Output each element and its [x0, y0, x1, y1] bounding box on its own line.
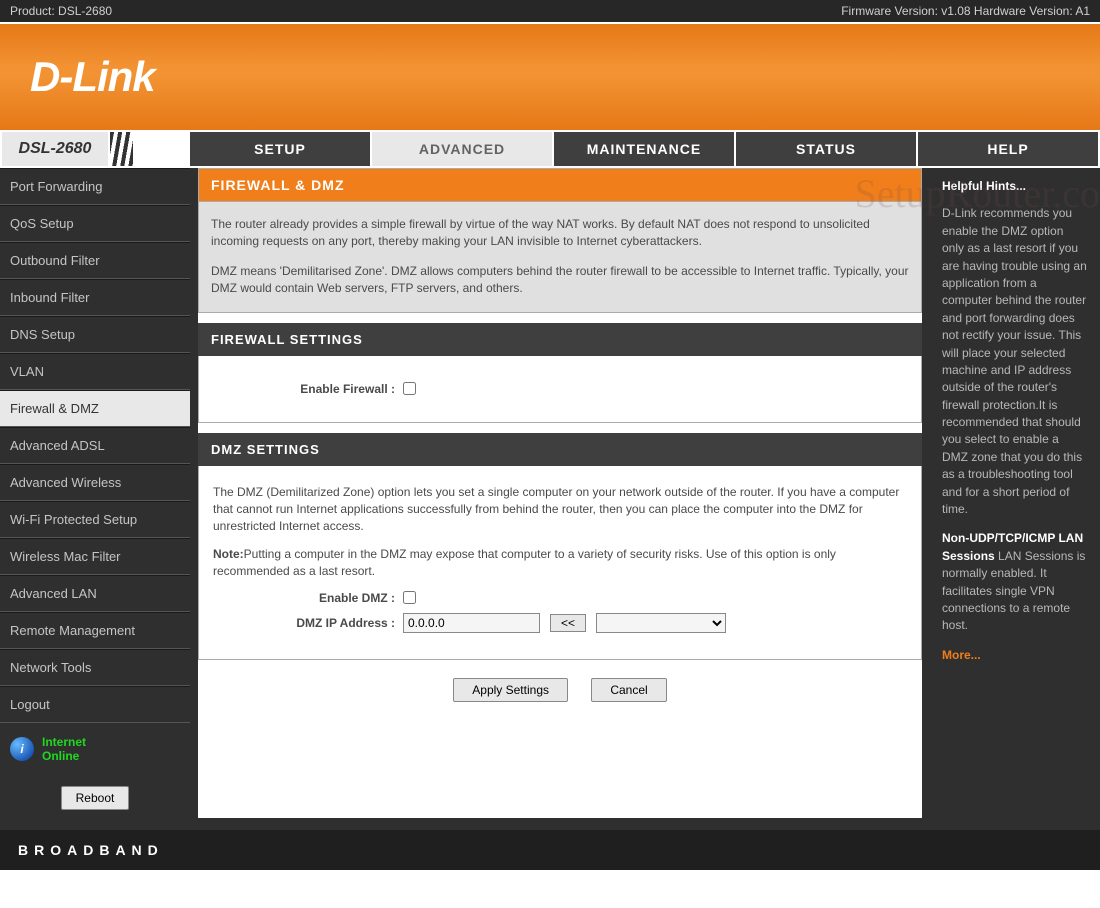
nav-tab-setup[interactable]: SETUP [190, 132, 372, 166]
hints-panel: Helpful Hints... D-Link recommends you e… [930, 168, 1100, 830]
banner: D-Link [0, 22, 1100, 132]
sidebar-item-advanced-lan[interactable]: Advanced LAN [0, 575, 190, 612]
apply-button[interactable]: Apply Settings [453, 678, 568, 702]
nav-tab-status[interactable]: STATUS [736, 132, 918, 166]
cancel-button[interactable]: Cancel [591, 678, 666, 702]
sidebar-item-firewall-dmz[interactable]: Firewall & DMZ [0, 390, 190, 427]
page-title: FIREWALL & DMZ [198, 168, 922, 201]
enable-firewall-label: Enable Firewall : [213, 382, 403, 396]
enable-dmz-checkbox[interactable] [403, 591, 416, 604]
dmz-host-select[interactable] [596, 613, 726, 633]
sidebar-item-remote-management[interactable]: Remote Management [0, 612, 190, 649]
firewall-section-title: FIREWALL SETTINGS [198, 323, 922, 356]
sidebar-item-wi-fi-protected-setup[interactable]: Wi-Fi Protected Setup [0, 501, 190, 538]
sidebar-item-advanced-adsl[interactable]: Advanced ADSL [0, 427, 190, 464]
status-line1: Internet [42, 735, 86, 749]
nav-decoration [110, 132, 135, 166]
dmz-section-title: DMZ SETTINGS [198, 433, 922, 466]
status-line2: Online [42, 749, 86, 763]
nav-model: DSL-2680 [0, 132, 110, 166]
intro-box: The router already provides a simple fir… [198, 201, 922, 313]
intro-p2: DMZ means 'Demilitarised Zone'. DMZ allo… [211, 263, 909, 298]
sidebar-item-logout[interactable]: Logout [0, 686, 190, 723]
main-content: FIREWALL & DMZ The router already provid… [190, 168, 930, 830]
dmz-p1: The DMZ (Demilitarized Zone) option lets… [213, 484, 907, 536]
brand-logo: D-Link [30, 53, 155, 101]
enable-dmz-label: Enable DMZ : [213, 591, 403, 605]
hints-p2: Non-UDP/TCP/ICMP LAN Sessions LAN Sessio… [942, 530, 1088, 634]
sidebar-item-vlan[interactable]: VLAN [0, 353, 190, 390]
dmz-ip-input[interactable] [403, 613, 540, 633]
footer: BROADBAND [0, 830, 1100, 870]
reboot-button[interactable]: Reboot [61, 786, 130, 810]
sidebar-item-qos-setup[interactable]: QoS Setup [0, 205, 190, 242]
nav-tab-advanced[interactable]: ADVANCED [372, 132, 554, 166]
copy-ip-button[interactable]: << [550, 614, 586, 632]
hints-title: Helpful Hints... [942, 178, 1088, 195]
sidebar: Port ForwardingQoS SetupOutbound FilterI… [0, 168, 190, 830]
intro-p1: The router already provides a simple fir… [211, 216, 909, 251]
firewall-section-body: Enable Firewall : [198, 356, 922, 423]
dmz-section-body: The DMZ (Demilitarized Zone) option lets… [198, 466, 922, 660]
product-label: Product: DSL-2680 [10, 4, 112, 18]
dmz-note: Note:Putting a computer in the DMZ may e… [213, 546, 907, 581]
connection-status: i Internet Online [0, 723, 190, 776]
globe-icon: i [10, 737, 34, 761]
sidebar-item-network-tools[interactable]: Network Tools [0, 649, 190, 686]
nav-tab-help[interactable]: HELP [918, 132, 1100, 166]
firmware-label: Firmware Version: v1.08 Hardware Version… [841, 4, 1090, 18]
action-row: Apply Settings Cancel [198, 660, 922, 714]
sidebar-item-inbound-filter[interactable]: Inbound Filter [0, 279, 190, 316]
sidebar-item-outbound-filter[interactable]: Outbound Filter [0, 242, 190, 279]
top-bar: Product: DSL-2680 Firmware Version: v1.0… [0, 0, 1100, 22]
hints-more-link[interactable]: More... [942, 647, 1088, 664]
sidebar-item-advanced-wireless[interactable]: Advanced Wireless [0, 464, 190, 501]
dmz-ip-label: DMZ IP Address : [213, 616, 403, 630]
enable-firewall-checkbox[interactable] [403, 382, 416, 395]
sidebar-item-port-forwarding[interactable]: Port Forwarding [0, 168, 190, 205]
sidebar-item-wireless-mac-filter[interactable]: Wireless Mac Filter [0, 538, 190, 575]
sidebar-item-dns-setup[interactable]: DNS Setup [0, 316, 190, 353]
nav-tab-maintenance[interactable]: MAINTENANCE [554, 132, 736, 166]
nav-row: DSL-2680 SETUPADVANCEDMAINTENANCESTATUSH… [0, 132, 1100, 168]
hints-p1: D-Link recommends you enable the DMZ opt… [942, 205, 1088, 518]
